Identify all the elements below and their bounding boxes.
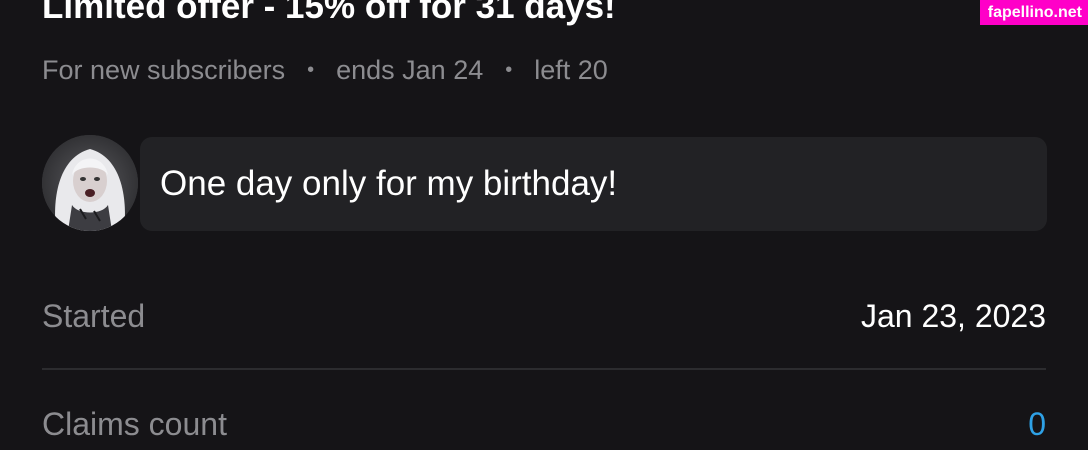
offer-end-date: ends Jan 24 [336,55,484,85]
offer-audience: For new subscribers [42,55,286,85]
claims-count-value[interactable]: 0 [1028,404,1046,444]
offer-title: Limited offer - 15% off for 31 days! [42,0,616,26]
welcome-message-bubble: One day only for my birthday! [140,137,1047,231]
watermark-logo: fapellino.net [979,0,1088,25]
started-value: Jan 23, 2023 [860,298,1046,334]
welcome-message-text: One day only for my birthday! [160,164,618,203]
claims-count-label: Claims count [42,406,227,442]
meta-separator: • [505,59,513,81]
started-label: Started [42,298,146,334]
avatar[interactable] [42,135,138,231]
divider [42,368,1046,370]
meta-separator: • [307,59,315,81]
avatar-image [42,135,138,231]
offer-remaining: left 20 [534,55,608,85]
offer-details-screen: Limited offer - 15% off for 31 days! fap… [0,0,1088,450]
offer-meta-row: For new subscribers • ends Jan 24 • left… [42,53,608,87]
